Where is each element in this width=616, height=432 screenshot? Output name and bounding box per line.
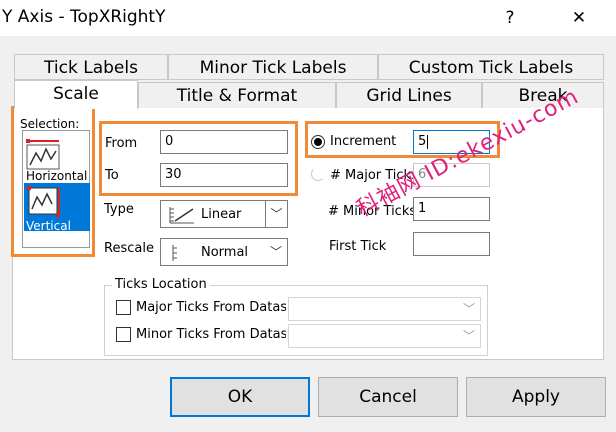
apply-button[interactable]: Apply — [466, 377, 606, 417]
tab-tick-labels[interactable]: Tick Labels — [14, 54, 168, 80]
type-select[interactable]: Linear ﹀ — [160, 200, 288, 228]
chevron-down-icon[interactable]: ﹀ — [458, 298, 480, 320]
chevron-down-icon[interactable]: ﹀ — [458, 325, 480, 347]
major-ticks-dataset-label: Major Ticks From Dataset — [136, 300, 286, 315]
highlight-from-to — [99, 121, 298, 196]
ticks-location-label: Ticks Location — [112, 277, 210, 292]
rescale-icon — [172, 245, 177, 261]
first-tick-input[interactable] — [413, 232, 490, 256]
rescale-select[interactable]: Normal ﹀ — [160, 238, 288, 266]
close-icon[interactable]: ✕ — [563, 5, 595, 31]
minor-ticks-dataset-select[interactable]: ﹀ — [288, 324, 481, 348]
major-ticks-radio[interactable] — [311, 167, 325, 181]
type-label: Type — [104, 202, 134, 217]
tab-title-format[interactable]: Title & Format — [138, 82, 336, 109]
type-select-value: Linear — [201, 207, 242, 222]
selection-label: Selection: — [20, 117, 80, 131]
minor-ticks-dataset-checkbox[interactable] — [116, 327, 131, 342]
window-title: Y Axis - TopXRightY — [2, 7, 166, 27]
ok-button[interactable]: OK — [170, 377, 310, 417]
major-ticks-dataset-checkbox[interactable] — [116, 300, 131, 315]
help-button[interactable]: ? — [494, 5, 526, 31]
major-ticks-dataset-select[interactable]: ﹀ — [288, 297, 481, 321]
cancel-button[interactable]: Cancel — [318, 377, 458, 417]
first-tick-label: First Tick — [329, 239, 387, 254]
rescale-label: Rescale — [104, 241, 154, 256]
tab-minor-tick-labels[interactable]: Minor Tick Labels — [168, 54, 378, 80]
minor-ticks-input[interactable]: 1 — [413, 197, 490, 221]
tab-grid-lines[interactable]: Grid Lines — [336, 82, 482, 109]
tab-scale[interactable]: Scale — [14, 80, 138, 109]
minor-ticks-dataset-label: Minor Ticks From Dataset — [136, 327, 286, 342]
rescale-select-value: Normal — [201, 245, 249, 260]
title-bar: Y Axis - TopXRightY ? ✕ — [0, 0, 616, 36]
chevron-down-icon[interactable]: ﹀ — [265, 239, 287, 265]
tab-custom-tick-labels[interactable]: Custom Tick Labels — [378, 54, 604, 80]
linear-scale-icon — [169, 207, 194, 224]
chevron-down-icon[interactable]: ﹀ — [265, 201, 287, 227]
